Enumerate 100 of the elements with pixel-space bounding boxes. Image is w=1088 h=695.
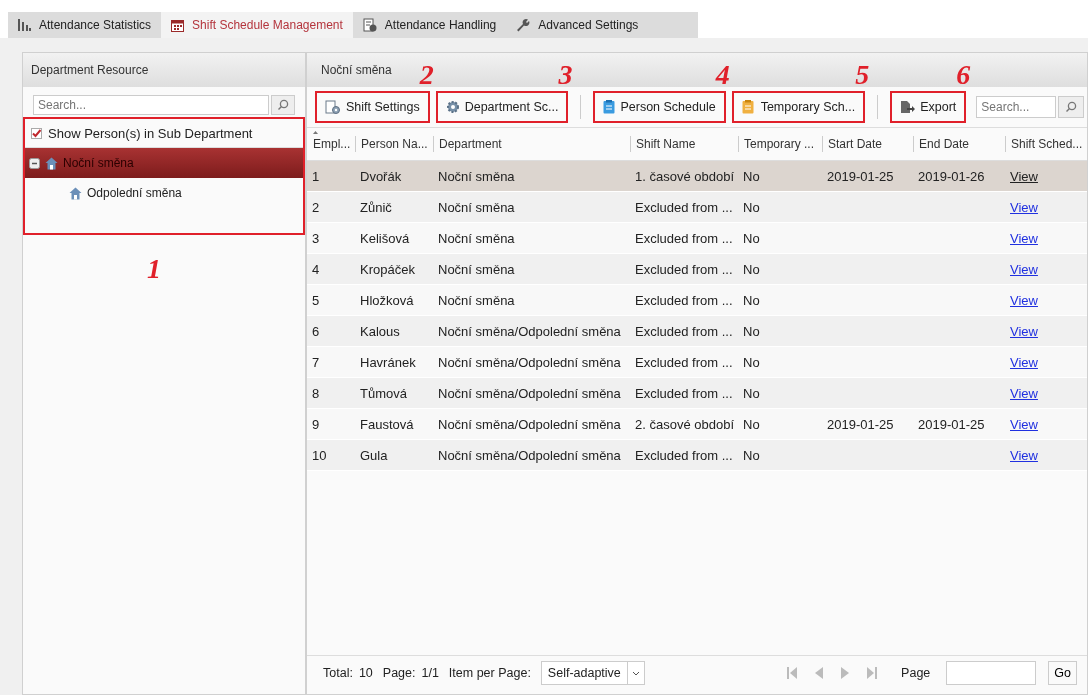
table-cell: Excluded from ... [635, 385, 733, 401]
view-link[interactable]: View [1010, 416, 1038, 432]
table-cell: Gula [360, 447, 388, 463]
view-link[interactable]: View [1010, 199, 1038, 215]
toolbar-button[interactable]: Temporary Sch... [733, 93, 864, 121]
table-row[interactable]: 1 Dvořák Noční směna 1. časové období No 2019-01-25 2019-01-26 View [307, 161, 1087, 192]
table-cell: Noční směna [438, 199, 515, 215]
collapse-icon[interactable] [29, 157, 40, 169]
table-cell: Noční směna [438, 230, 515, 246]
next-page-icon[interactable] [841, 667, 850, 679]
table-cell: Tůmová [360, 385, 407, 401]
toolbar-button[interactable]: Department Sc... [437, 93, 567, 121]
annotation-number: 4 [715, 61, 730, 89]
table-cell: No [743, 261, 760, 277]
table-cell: 3 [312, 230, 320, 246]
table-cell: 2 [312, 199, 320, 215]
toolbar-button[interactable]: Person Schedule [595, 93, 724, 121]
tab[interactable]: Shift Schedule Management [161, 12, 353, 38]
tree-item[interactable]: Odpolední směna [25, 178, 303, 208]
table-cell: Excluded from ... [635, 230, 733, 246]
page-count: 1/1 [421, 666, 439, 680]
table-cell: No [743, 199, 760, 215]
view-link[interactable]: View [1010, 447, 1038, 463]
table-cell: 1. časové období [635, 168, 735, 184]
table-cell: Noční směna/Odpolední směna [438, 416, 621, 432]
caret-icon [631, 670, 640, 676]
view-link[interactable]: View [1010, 323, 1038, 339]
page-input[interactable] [946, 661, 1037, 685]
search-field[interactable]: Search... [33, 95, 269, 115]
table-row[interactable]: 4 Kropáček Noční směna Excluded from ... No View [307, 254, 1087, 285]
view-link[interactable]: View [1010, 354, 1038, 370]
table-row[interactable]: 6 Kalous Noční směna/Odpolední směna Excluded from ... No View [307, 316, 1087, 347]
tab[interactable]: Advanced Settings [506, 12, 649, 38]
table-cell: Excluded from ... [635, 323, 733, 339]
toolbar-button[interactable]: Export [892, 93, 965, 121]
clipboard-icon [741, 100, 756, 114]
table-cell: No [743, 292, 760, 308]
table-cell: Noční směna/Odpolední směna [438, 323, 621, 339]
tab[interactable]: Attendance Statistics [8, 12, 162, 38]
table-row[interactable]: 2 Zůnič Noční směna Excluded from ... No View [307, 192, 1087, 223]
calendar-icon [171, 18, 185, 32]
export-icon [900, 100, 916, 114]
table-cell: Excluded from ... [635, 354, 733, 370]
table-cell: 7 [312, 354, 320, 370]
wrench-icon [516, 18, 531, 32]
table-cell: 10 [312, 447, 327, 463]
gear-document-icon [325, 99, 341, 115]
checkbox[interactable] [31, 127, 42, 139]
table-cell: 5 [312, 292, 320, 308]
toolbar-button[interactable]: Shift Settings [317, 93, 428, 121]
table-cell: 2. časové období [635, 416, 735, 432]
annotation-number: 2 [419, 61, 434, 89]
search-button[interactable] [1058, 96, 1085, 118]
column-header[interactable]: Empl... [307, 128, 355, 160]
view-link[interactable]: View [1010, 168, 1038, 184]
table-cell: 2019-01-25 [827, 168, 894, 184]
clipboard-icon [603, 100, 616, 114]
sort-icon [313, 131, 318, 134]
view-link[interactable]: View [1010, 292, 1038, 308]
gear-icon [445, 100, 460, 114]
total-label: Total: [323, 666, 353, 680]
per-page-dropdown[interactable]: Self-adaptive [540, 661, 645, 685]
table-cell: Excluded from ... [635, 199, 733, 215]
go-button[interactable]: Go [1048, 661, 1077, 685]
table-cell: No [743, 323, 760, 339]
table-cell: Noční směna [438, 292, 515, 308]
search-field[interactable]: Search... [976, 96, 1057, 118]
previous-page-icon[interactable] [815, 667, 824, 679]
table-cell: 2019-01-25 [918, 416, 985, 432]
table-cell: Noční směna/Odpolední směna [438, 354, 621, 370]
table-row[interactable]: 8 Tůmová Noční směna/Odpolední směna Excluded from ... No View [307, 378, 1087, 409]
table-cell: 6 [312, 323, 320, 339]
annotation-number: 1 [147, 253, 161, 285]
annotation-number: 6 [956, 61, 971, 89]
table-cell: Noční směna/Odpolední směna [438, 447, 621, 463]
view-link[interactable]: View [1010, 385, 1038, 401]
table-cell: No [743, 354, 760, 370]
first-page-icon[interactable] [787, 667, 798, 679]
total-count: 10 [358, 666, 373, 680]
view-link[interactable]: View [1010, 230, 1038, 246]
table-cell: No [743, 416, 760, 432]
last-page-icon[interactable] [867, 667, 878, 679]
table-cell: No [743, 385, 760, 401]
table-cell: Zůnič [360, 199, 392, 215]
table-cell: 9 [312, 416, 320, 432]
search-button[interactable] [271, 95, 295, 115]
view-link[interactable]: View [1010, 261, 1038, 277]
table-cell: 1 [312, 168, 320, 184]
house-icon [45, 156, 58, 170]
search-icon [1065, 101, 1078, 113]
table-cell: Kropáček [360, 261, 415, 277]
bar-chart-icon [18, 19, 31, 31]
table-cell: No [743, 230, 760, 246]
table-row[interactable]: 10 Gula Noční směna/Odpolední směna Excluded from ... No View [307, 440, 1087, 471]
panel-title: Department Resource [23, 53, 305, 87]
table-cell: Hložková [360, 292, 414, 308]
tab[interactable]: Attendance Handling [352, 12, 507, 38]
house-icon [69, 186, 82, 200]
table-cell: Noční směna [438, 261, 515, 277]
search-icon [277, 99, 289, 111]
